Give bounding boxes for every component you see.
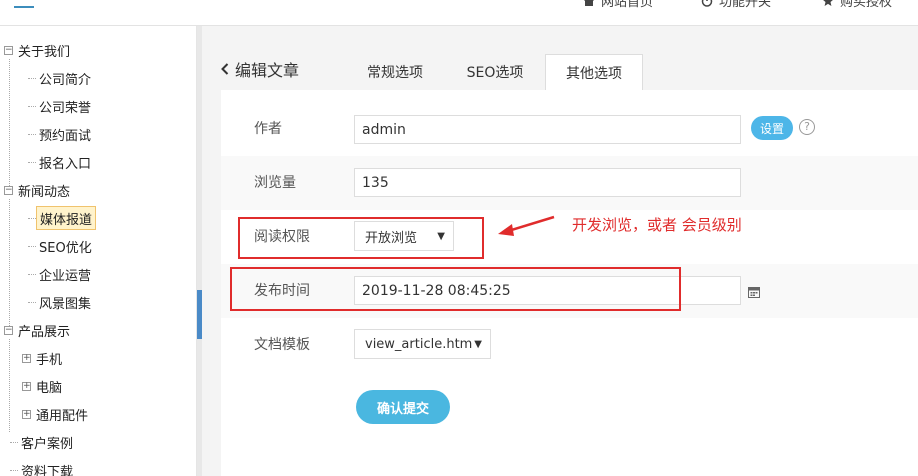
tab-label: 其他选项 xyxy=(566,65,622,82)
sidebar-item-accessories[interactable]: + 通用配件 xyxy=(22,403,88,425)
collapse-icon[interactable]: − xyxy=(4,45,13,55)
tree-branch xyxy=(10,442,18,443)
tree-branch xyxy=(28,162,36,163)
submit-button[interactable]: 确认提交 xyxy=(356,390,450,424)
expand-icon[interactable]: + xyxy=(22,353,31,363)
help-icon[interactable]: ? xyxy=(799,119,815,135)
top-bar: 网站首页 功能开关 购买授权 xyxy=(0,0,918,26)
sidebar-item-label: SEO优化 xyxy=(39,240,92,256)
sidebar-item-label: 风景图集 xyxy=(39,296,92,312)
buy-license-link[interactable]: 购买授权 xyxy=(822,0,892,10)
collapse-icon[interactable]: − xyxy=(4,325,13,335)
sidebar-item-label: 公司荣誉 xyxy=(39,100,92,116)
sidebar-item-honors[interactable]: 公司荣誉 xyxy=(39,95,91,117)
sidebar-item-label: 手机 xyxy=(36,352,63,368)
tab-general[interactable]: 常规选项 xyxy=(345,54,445,90)
tree-branch xyxy=(28,78,36,79)
annotation-text: 开发浏览，或者 会员级别 xyxy=(572,216,742,234)
sidebar-item-label: 报名入口 xyxy=(39,156,92,172)
annotation-arrow-icon xyxy=(498,215,555,236)
views-label: 浏览量 xyxy=(254,175,296,191)
setup-button[interactable]: 设置 xyxy=(751,116,793,140)
tree-branch xyxy=(28,106,36,107)
author-input[interactable]: admin xyxy=(354,115,741,144)
template-row: 文档模板 view_article.htm ▼ xyxy=(221,318,918,372)
tree-branch xyxy=(28,134,36,135)
tree-connector xyxy=(9,339,10,432)
tree-branch xyxy=(28,246,36,247)
sidebar-item-label: 关于我们 xyxy=(18,44,71,60)
tree-branch xyxy=(10,470,18,471)
sidebar-item-label: 通用配件 xyxy=(36,408,89,424)
views-input[interactable]: 135 xyxy=(354,168,741,197)
sidebar-item-cases[interactable]: 客户案例 xyxy=(21,431,73,453)
calendar-icon[interactable] xyxy=(748,283,760,298)
chevron-left-icon xyxy=(221,60,229,79)
tree-branch xyxy=(28,302,36,303)
sidebar-item-label: 企业运营 xyxy=(39,268,92,284)
sidebar-item-products[interactable]: − 产品展示 xyxy=(4,319,70,341)
tab-seo[interactable]: SEO选项 xyxy=(445,54,545,90)
sidebar-item-downloads[interactable]: 资料下载 xyxy=(21,459,73,476)
buy-license-label: 购买授权 xyxy=(840,0,893,10)
sidebar-item-about[interactable]: − 关于我们 xyxy=(4,39,70,61)
template-label: 文档模板 xyxy=(254,337,310,353)
back-button[interactable]: 编辑文章 xyxy=(221,57,299,81)
template-value: view_article.htm xyxy=(365,336,473,352)
expand-icon[interactable]: + xyxy=(22,381,31,391)
sidebar-item-label: 新闻动态 xyxy=(18,184,71,200)
main-content: 编辑文章 常规选项 SEO选项 其他选项 作者 admin 设置 ? 浏览量 1… xyxy=(202,26,918,476)
sidebar-item-label: 公司简介 xyxy=(39,72,92,88)
menu-toggle-icon[interactable] xyxy=(14,0,34,8)
author-label: 作者 xyxy=(254,121,282,137)
sidebar-item-company-intro[interactable]: 公司简介 xyxy=(39,67,91,89)
sidebar-item-operation[interactable]: 企业运营 xyxy=(39,263,91,285)
views-value: 135 xyxy=(362,174,389,191)
sidebar-item-phone[interactable]: + 手机 xyxy=(22,347,62,369)
tab-other[interactable]: 其他选项 xyxy=(545,54,643,90)
expand-icon[interactable]: + xyxy=(22,409,31,419)
annotation-box-permission xyxy=(238,217,484,259)
sidebar-item-computer[interactable]: + 电脑 xyxy=(22,375,62,397)
sidebar-item-label: 产品展示 xyxy=(18,324,71,340)
collapse-icon[interactable]: − xyxy=(4,185,13,195)
author-value: admin xyxy=(362,121,406,138)
annotation-box-publish-time xyxy=(230,267,681,311)
tab-label: 常规选项 xyxy=(367,65,423,81)
sidebar-item-scenery[interactable]: 风景图集 xyxy=(39,291,91,313)
tab-label: SEO选项 xyxy=(466,65,524,81)
sidebar-item-signup[interactable]: 报名入口 xyxy=(39,151,91,173)
feature-switch-label: 功能开关 xyxy=(719,0,772,10)
tree-branch xyxy=(28,274,36,275)
sidebar-item-label: 预约面试 xyxy=(39,128,92,144)
views-row: 浏览量 135 xyxy=(221,156,918,210)
sidebar-item-label: 客户案例 xyxy=(21,436,74,452)
home-link[interactable]: 网站首页 xyxy=(583,0,653,10)
sidebar-item-label: 媒体报道 xyxy=(40,212,93,228)
tree-connector xyxy=(9,199,10,334)
tree-branch xyxy=(28,218,36,219)
feature-switch-link[interactable]: 功能开关 xyxy=(701,0,771,10)
author-row: 作者 admin 设置 ? xyxy=(221,102,918,156)
tree-connector xyxy=(9,59,10,194)
page-title: 编辑文章 xyxy=(235,61,300,80)
template-select[interactable]: view_article.htm ▼ xyxy=(354,329,491,359)
sidebar-item-seo[interactable]: SEO优化 xyxy=(39,235,92,257)
home-link-label: 网站首页 xyxy=(601,0,654,10)
sidebar-item-interview[interactable]: 预约面试 xyxy=(39,123,91,145)
home-icon xyxy=(583,0,595,7)
dropdown-arrow-icon: ▼ xyxy=(474,338,482,350)
sidebar-item-label: 电脑 xyxy=(36,380,63,396)
star-icon xyxy=(822,0,834,7)
sidebar-item-media[interactable]: 媒体报道 xyxy=(36,206,97,230)
sidebar-item-news[interactable]: − 新闻动态 xyxy=(4,179,70,201)
sidebar-tree: − 关于我们 公司简介 公司荣誉 预约面试 报名入口 − 新闻动态 媒体报道 S… xyxy=(0,26,197,476)
sidebar-item-label: 资料下载 xyxy=(21,464,74,476)
power-icon xyxy=(701,0,713,7)
